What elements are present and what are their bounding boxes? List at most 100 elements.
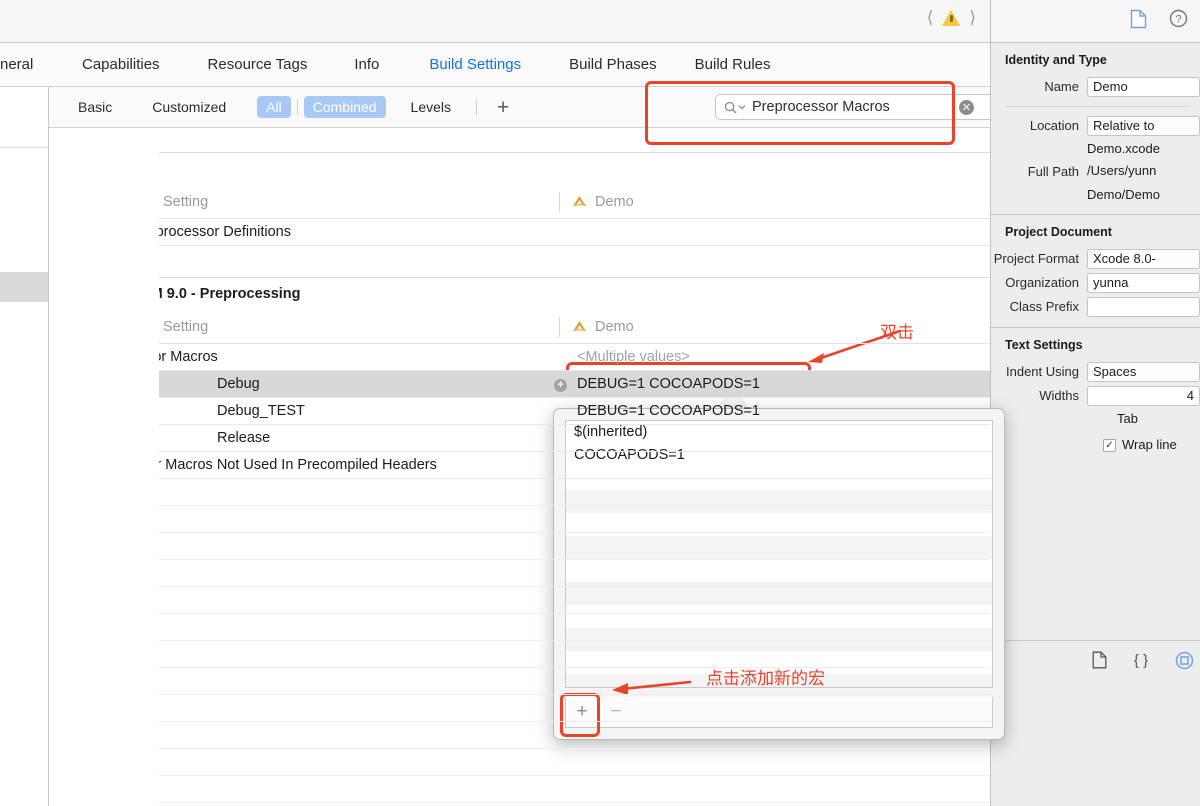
editor-tab-bar: neral Capabilities Resource Tags Info Bu… <box>0 43 990 87</box>
setting-row-debug[interactable]: Debug + DEBUG=1 COCOAPODS=1 <box>49 371 990 398</box>
tab-general[interactable]: neral <box>0 56 47 73</box>
inspector-row-name: Name Demo <box>991 75 1200 99</box>
add-build-setting-button[interactable]: + <box>491 97 515 118</box>
xcode-project-icon <box>571 194 588 209</box>
field-label: Organization <box>1005 275 1079 290</box>
column-headers-llvm: Setting Demo <box>49 310 990 344</box>
inspector-tab-bar: ? <box>991 0 1200 43</box>
add-value-icon[interactable]: + <box>554 379 567 392</box>
field-label: Location <box>1029 118 1079 133</box>
search-value: Preprocessor Macros <box>752 99 890 115</box>
field-label: Class Prefix <box>1009 299 1079 314</box>
xcode-project-icon <box>571 319 588 334</box>
setting-row-debug-test[interactable]: Debug_TEST DEBUG=1 COCOAPODS=1 <box>49 398 990 425</box>
chevron-left-icon[interactable]: ⟨ <box>927 9 934 26</box>
inspector-row-tab-caption: Tab <box>991 408 1200 430</box>
navigator-divider <box>0 147 48 148</box>
group-header-packaging[interactable]: Packaging <box>49 153 990 185</box>
inspector-row-widths: Widths 4 <box>991 384 1200 408</box>
chevron-right-icon[interactable]: ⟩ <box>969 9 976 26</box>
inspector-row-wrap-lines[interactable]: ✓ Wrap line <box>991 436 1200 454</box>
inspector-row-organization: Organization yunna <box>991 271 1200 295</box>
table-empty-row <box>49 560 990 587</box>
table-empty-row <box>49 641 990 668</box>
class-prefix-field[interactable] <box>1087 297 1200 317</box>
inspector-row-full-path-cont: Demo/Demo <box>991 184 1200 206</box>
filter-basic-button[interactable]: Basic <box>69 96 121 118</box>
name-field[interactable]: Demo <box>1087 77 1200 97</box>
quick-help-icon[interactable]: ? <box>1169 9 1188 33</box>
setting-row-release[interactable]: Release <box>49 425 990 452</box>
organization-field[interactable]: yunna <box>1087 273 1200 293</box>
filter-combined-button[interactable]: Combined <box>303 96 386 118</box>
clear-circle-icon[interactable]: ✕ <box>959 100 974 115</box>
tab-build-phases[interactable]: Build Phases <box>569 56 657 73</box>
code-snippet-icon[interactable]: { } <box>1131 651 1151 674</box>
inspector-row-class-prefix: Class Prefix <box>991 295 1200 319</box>
tab-resource-tags[interactable]: Resource Tags <box>208 56 308 73</box>
setting-row-preprocessor-macros[interactable]: Preprocessor Macros <Multiple values> <box>49 344 990 371</box>
xcode-build-settings-window: ⟨ ⟩ neral Capabilities Resource Tags Inf… <box>0 0 1200 806</box>
table-empty-row <box>49 668 990 695</box>
filter-separator <box>296 99 298 115</box>
table-empty-row <box>49 749 990 776</box>
setting-value[interactable]: <Multiple values> <box>559 349 990 365</box>
table-left-gutter <box>49 128 159 806</box>
file-inspector-icon[interactable] <box>1130 9 1147 34</box>
table-empty-row <box>49 722 990 749</box>
setting-row[interactable]: Info.plist Preprocessor Definitions <box>49 219 990 246</box>
chevron-down-icon <box>738 105 746 110</box>
tab-capabilities[interactable]: Capabilities <box>82 56 160 73</box>
inspector-library-tab-bar: { } <box>991 640 1200 684</box>
inspector-section-project-document: Project Document <box>1005 225 1112 239</box>
group-packaging: Packaging <box>49 152 990 185</box>
inspector-section-text-settings: Text Settings <box>1005 338 1083 352</box>
field-label: Name <box>1044 79 1079 94</box>
table-empty-row <box>49 776 990 803</box>
window-toolbar: ⟨ ⟩ <box>0 0 990 43</box>
table-empty-row <box>49 614 990 641</box>
column-target-demo: Demo <box>559 191 634 212</box>
setting-row-not-used-pch[interactable]: Preprocessor Macros Not Used In Precompi… <box>49 452 990 479</box>
search-magnifier-icon <box>724 101 746 114</box>
svg-text:{ }: { } <box>1134 652 1148 669</box>
inspector-row-full-path: Full Path /Users/yunn <box>991 160 1200 184</box>
tab-build-rules[interactable]: Build Rules <box>695 56 771 73</box>
file-template-icon[interactable] <box>1092 651 1107 674</box>
inspector-row-project-format: Project Format Xcode 8.0- <box>991 247 1200 271</box>
location-path: Demo.xcode <box>1087 141 1160 156</box>
inspector-row-indent-using: Indent Using Spaces <box>991 360 1200 384</box>
column-target-label: Demo <box>595 193 634 210</box>
warning-triangle-icon[interactable] <box>942 9 961 26</box>
location-combo[interactable]: Relative to <box>1087 116 1200 136</box>
filter-all-button[interactable]: All <box>257 96 291 118</box>
setting-value-debug[interactable]: + DEBUG=1 COCOAPODS=1 <box>554 376 990 392</box>
filter-levels-button[interactable]: Levels <box>402 96 460 118</box>
inspector-section-identity-type: Identity and Type <box>1005 53 1107 67</box>
table-empty-row <box>49 533 990 560</box>
column-target-label: Demo <box>595 318 634 335</box>
media-library-icon[interactable] <box>1175 651 1194 675</box>
setting-value[interactable]: DEBUG=1 COCOAPODS=1 <box>559 403 990 419</box>
indent-using-combo[interactable]: Spaces <box>1087 362 1200 382</box>
group-apple-llvm: Apple LLVM 9.0 - Preprocessing <box>49 277 990 310</box>
tab-build-settings[interactable]: Build Settings <box>429 56 521 73</box>
group-header-apple-llvm[interactable]: Apple LLVM 9.0 - Preprocessing <box>49 278 990 310</box>
build-settings-filter-bar: Basic Customized All Combined Levels + P… <box>49 87 1005 128</box>
full-path-value: /Users/yunn <box>1087 163 1157 178</box>
field-label: Indent Using <box>1006 364 1079 379</box>
project-format-combo[interactable]: Xcode 8.0- <box>1087 249 1200 269</box>
inspector-row-location: Location Relative to <box>991 114 1200 138</box>
wrap-lines-label: Wrap line <box>1122 437 1177 452</box>
table-empty-row <box>49 506 990 533</box>
tab-info[interactable]: Info <box>354 56 379 73</box>
field-label: Widths <box>1039 388 1079 403</box>
navigator-selected-row[interactable] <box>0 272 48 302</box>
filter-customized-button[interactable]: Customized <box>143 96 235 118</box>
wrap-lines-checkbox[interactable]: ✓ <box>1103 438 1116 452</box>
file-inspector-panel: ? Identity and Type Name Demo Location R… <box>990 0 1200 806</box>
widths-field[interactable]: 4 <box>1087 386 1200 406</box>
tab-caption: Tab <box>1117 411 1138 426</box>
project-navigator-pane <box>0 87 49 806</box>
field-label: Project Format <box>993 251 1079 266</box>
